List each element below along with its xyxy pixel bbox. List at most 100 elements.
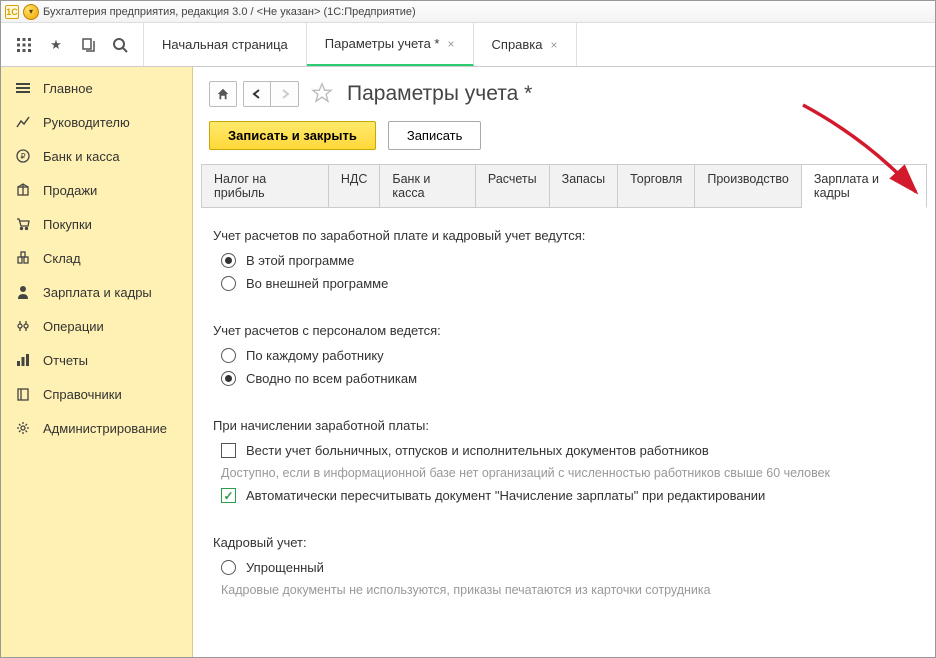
sidebar-item-label: Склад — [43, 251, 81, 266]
sidebar-item[interactable]: Операции — [1, 309, 192, 343]
radio-label: Сводно по всем работникам — [246, 371, 417, 386]
checkbox-icon: ✓ — [221, 488, 236, 503]
sidebar-item[interactable]: Главное — [1, 71, 192, 105]
titlebar-dropdown-button[interactable]: ▾ — [23, 4, 39, 20]
section-hr-accounting: Кадровый учет: — [213, 535, 915, 550]
home-button[interactable] — [209, 81, 237, 107]
window-titlebar: 1C ▾ Бухгалтерия предприятия, редакция 3… — [1, 1, 935, 23]
sidebar-item-label: Банк и касса — [43, 149, 120, 164]
search-icon[interactable] — [111, 36, 129, 54]
sidebar-item-label: Операции — [43, 319, 104, 334]
tab-label: Параметры учета * — [325, 36, 440, 51]
sidebar-item[interactable]: Зарплата и кадры — [1, 275, 192, 309]
sidebar-item[interactable]: Склад — [1, 241, 192, 275]
sidebar-item-label: Зарплата и кадры — [43, 285, 152, 300]
sidebar-item-label: Справочники — [43, 387, 122, 402]
settings-tab[interactable]: Запасы — [550, 165, 618, 207]
ruble-icon: ₽ — [15, 148, 31, 164]
radio-summary-all[interactable]: Сводно по всем работникам — [221, 371, 915, 386]
checkbox-auto-recalc[interactable]: ✓ Автоматически пересчитывать документ "… — [221, 488, 915, 503]
top-tab[interactable]: Справка × — [474, 23, 577, 66]
chart-icon — [15, 114, 31, 130]
book-icon — [15, 386, 31, 402]
section-salary-calc: При начислении заработной платы: — [213, 418, 915, 433]
content-header: Параметры учета * — [193, 67, 935, 117]
checkbox-track-sickleave[interactable]: Вести учет больничных, отпусков и исполн… — [221, 443, 915, 458]
radio-per-employee[interactable]: По каждому работнику — [221, 348, 915, 363]
sidebar-item-label: Отчеты — [43, 353, 88, 368]
settings-tab[interactable]: Производство — [695, 165, 802, 207]
section-personnel-accounting: Учет расчетов с персоналом ведется: — [213, 323, 915, 338]
person-icon — [15, 284, 31, 300]
save-button[interactable]: Записать — [388, 121, 482, 150]
radio-icon — [221, 253, 236, 268]
history-icon[interactable] — [79, 36, 97, 54]
sidebar-item-label: Руководителю — [43, 115, 130, 130]
top-tab[interactable]: Параметры учета * × — [307, 23, 474, 66]
top-toolbar: ★ Начальная страницаПараметры учета *×Сп… — [1, 23, 935, 67]
radio-icon — [221, 276, 236, 291]
ops-icon — [15, 318, 31, 334]
sidebar-item-label: Главное — [43, 81, 93, 96]
sidebar-item[interactable]: Продажи — [1, 173, 192, 207]
settings-tab[interactable]: Расчеты — [476, 165, 550, 207]
radio-icon — [221, 371, 236, 386]
sidebar-item-label: Покупки — [43, 217, 92, 232]
sidebar-item[interactable]: Справочники — [1, 377, 192, 411]
settings-tab[interactable]: НДС — [329, 165, 381, 207]
radio-external-program[interactable]: Во внешней программе — [221, 276, 915, 291]
tab-label: Справка — [492, 37, 543, 52]
top-tabs: Начальная страницаПараметры учета *×Спра… — [144, 23, 577, 66]
favorite-star-icon[interactable] — [311, 82, 335, 106]
page-title: Параметры учета * — [347, 82, 532, 106]
settings-tab[interactable]: Банк и касса — [380, 165, 475, 207]
radio-icon — [221, 560, 236, 575]
close-icon[interactable]: × — [551, 38, 558, 52]
checkbox-label: Вести учет больничных, отпусков и исполн… — [246, 443, 709, 458]
sidebar-item[interactable]: Отчеты — [1, 343, 192, 377]
section-payroll-location: Учет расчетов по заработной плате и кадр… — [213, 228, 915, 243]
close-icon[interactable]: × — [448, 37, 455, 51]
checkbox-label: Автоматически пересчитывать документ "На… — [246, 488, 765, 503]
apps-icon[interactable] — [15, 36, 33, 54]
gear-icon — [15, 420, 31, 436]
action-buttons: Записать и закрыть Записать — [193, 117, 935, 164]
tab-label: Начальная страница — [162, 37, 288, 52]
radio-label: Во внешней программе — [246, 276, 388, 291]
back-button[interactable] — [243, 81, 271, 107]
sidebar-item[interactable]: ₽ Банк и касса — [1, 139, 192, 173]
window-title: Бухгалтерия предприятия, редакция 3.0 / … — [43, 6, 416, 18]
nav-button-group — [243, 81, 299, 107]
sidebar: Главное Руководителю ₽ Банк и касса Продажи П… — [1, 67, 193, 657]
sidebar-item[interactable]: Покупки — [1, 207, 192, 241]
settings-tabs: Налог на прибыльНДСБанк и кассаРасчетыЗа… — [201, 164, 927, 208]
app-logo-icon: 1C — [5, 5, 19, 19]
settings-tab[interactable]: Торговля — [618, 165, 695, 207]
radio-label: В этой программе — [246, 253, 354, 268]
settings-tab[interactable]: Зарплата и кадры — [802, 165, 927, 208]
form-content: Учет расчетов по заработной плате и кадр… — [193, 208, 935, 657]
sidebar-item[interactable]: Руководителю — [1, 105, 192, 139]
radio-icon — [221, 348, 236, 363]
radio-simplified[interactable]: Упрощенный — [221, 560, 915, 575]
sidebar-item[interactable]: Администрирование — [1, 411, 192, 445]
radio-label: Упрощенный — [246, 560, 324, 575]
cart-icon — [15, 216, 31, 232]
settings-tab[interactable]: Налог на прибыль — [201, 165, 329, 207]
hint-text: Доступно, если в информационной базе нет… — [221, 466, 915, 480]
save-and-close-button[interactable]: Записать и закрыть — [209, 121, 376, 150]
top-tab[interactable]: Начальная страница — [144, 23, 307, 66]
hint-text: Кадровые документы не используются, прик… — [221, 583, 915, 597]
menu-icon — [15, 80, 31, 96]
content-area: Параметры учета * Записать и закрыть Зап… — [193, 67, 935, 657]
box-icon — [15, 182, 31, 198]
forward-button[interactable] — [271, 81, 299, 107]
svg-text:₽: ₽ — [20, 152, 25, 161]
sidebar-item-label: Продажи — [43, 183, 97, 198]
star-icon[interactable]: ★ — [47, 36, 65, 54]
warehouse-icon — [15, 250, 31, 266]
toolbar-icon-group: ★ — [1, 23, 144, 66]
bars-icon — [15, 352, 31, 368]
sidebar-item-label: Администрирование — [43, 421, 167, 436]
radio-in-this-program[interactable]: В этой программе — [221, 253, 915, 268]
